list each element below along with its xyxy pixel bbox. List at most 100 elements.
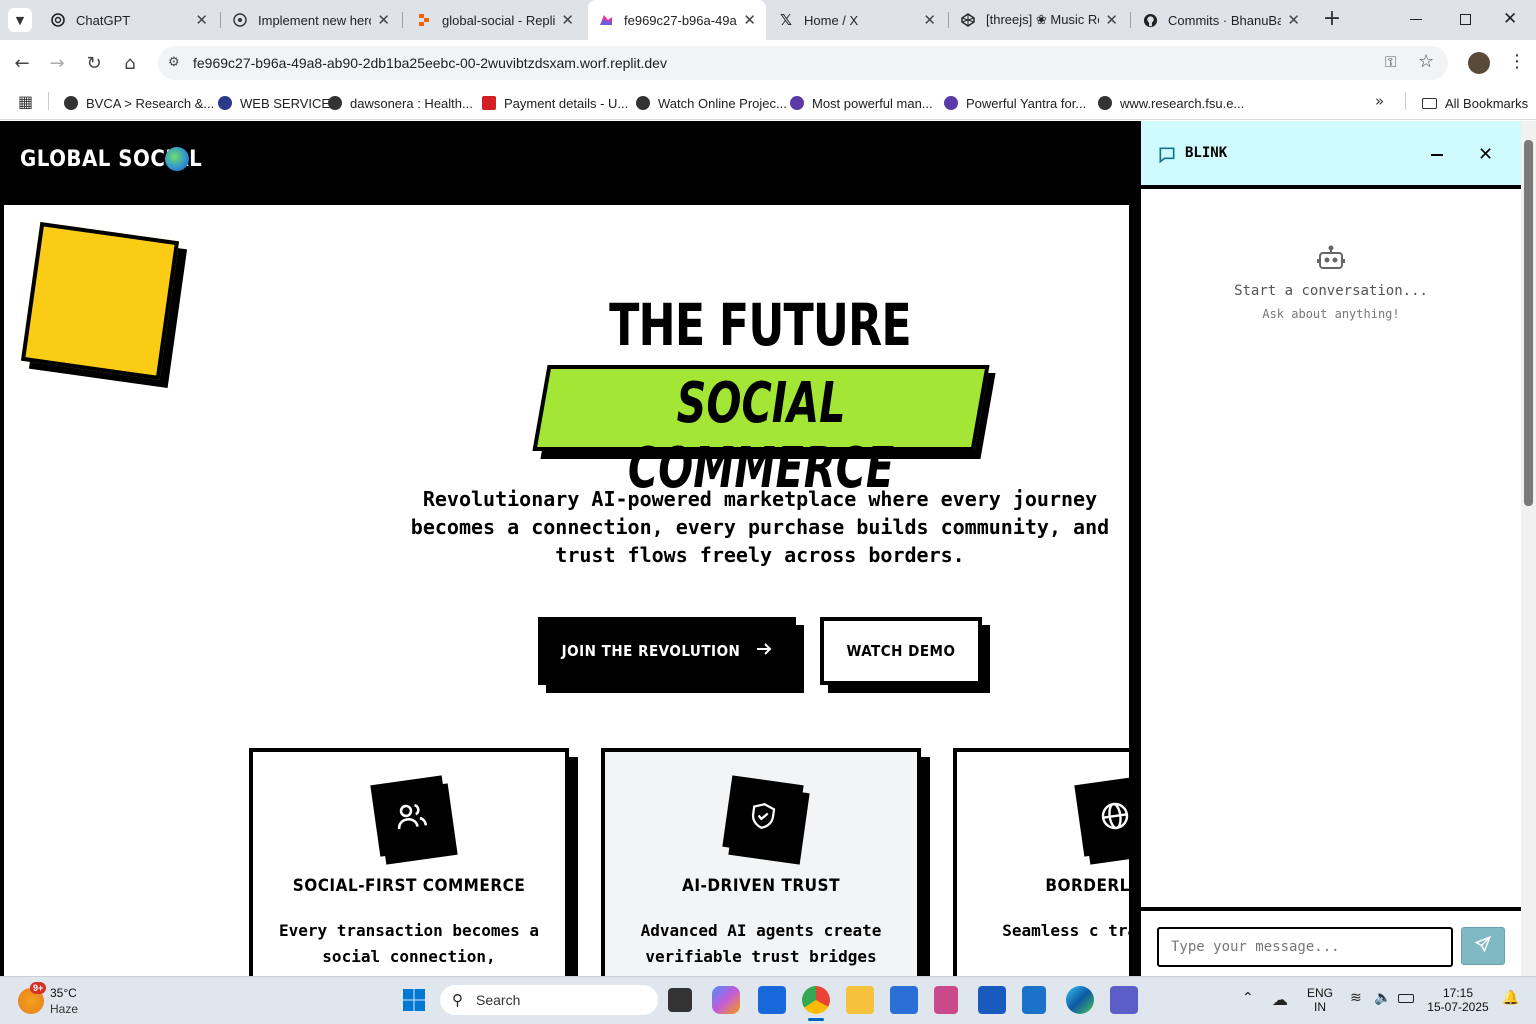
trello-icon[interactable] (758, 986, 786, 1014)
more-bookmarks-chevron-icon[interactable]: » (1375, 92, 1384, 110)
close-icon[interactable]: ✕ (737, 11, 756, 29)
uniqlo-icon (482, 96, 496, 110)
bookmark-item[interactable]: BVCA > Research &... (64, 92, 214, 114)
chat-message-input[interactable] (1157, 927, 1453, 967)
reload-icon[interactable]: ↻ (81, 50, 107, 76)
bookmark-star-icon[interactable]: ☆ (1418, 51, 1434, 72)
weather-widget[interactable]: 9+ 35°C Haze (18, 982, 118, 1018)
replit-app-icon (598, 12, 614, 28)
watch-demo-label: WATCH DEMO (846, 642, 956, 660)
clock[interactable]: 17:15 15-07-2025 (1422, 986, 1494, 1014)
browser-menu-icon[interactable]: ⋮ (1508, 51, 1526, 72)
minimize-window-icon[interactable] (1410, 19, 1422, 20)
card-text: Advanced AI agents create verifiable tru… (640, 921, 882, 966)
bookmark-item[interactable]: WEB SERVICE (218, 92, 330, 114)
codepen-icon (960, 12, 976, 28)
chrome-icon[interactable] (802, 986, 830, 1014)
bookmark-item[interactable]: www.research.fsu.e... (1098, 92, 1244, 114)
task-view-icon[interactable] (668, 988, 692, 1012)
notepad-icon[interactable] (1022, 986, 1046, 1014)
password-key-icon[interactable]: ⚿ (1385, 53, 1396, 71)
web-page: GLOBAL SOCIAL THE FUTURE OF SOCIAL COMME… (0, 121, 1141, 976)
address-bar[interactable]: ⚙ fe969c27-b96a-49a8-ab90-2db1ba25eebc-0… (158, 46, 1448, 80)
onedrive-cloud-icon[interactable]: ☁ (1272, 990, 1288, 1009)
globe-icon (636, 96, 650, 110)
feature-card-borderless: BORDERLESS P Seamless c transactions (953, 748, 1141, 976)
clock-date: 15-07-2025 (1427, 1000, 1489, 1014)
wifi-icon[interactable]: ≋ (1350, 990, 1362, 1006)
tab-active-app[interactable]: fe969c27-b96a-49a8 ✕ (588, 0, 766, 40)
show-hidden-icons-chevron-icon[interactable]: ⌃ (1242, 990, 1254, 1006)
notifications-bell-icon[interactable]: 🔔 (1502, 990, 1519, 1006)
globe-emoji-icon (165, 147, 189, 171)
taskbar-search[interactable]: ⚲ Search (440, 985, 658, 1015)
profile-avatar[interactable] (1468, 52, 1490, 74)
tab-x-home[interactable]: 𝕏 Home / X ✕ (768, 0, 946, 40)
scrollbar-thumb[interactable] (1524, 140, 1533, 506)
battery-icon[interactable] (1398, 994, 1414, 1003)
copilot-icon[interactable] (712, 986, 740, 1014)
tab-search-button[interactable]: ▼ (8, 8, 32, 32)
tab-title: Commits · BhanuBan (1168, 12, 1282, 28)
tab-threejs-music[interactable]: [threejs] ❀ Music Re ✕ (950, 0, 1128, 40)
watch-demo-button[interactable]: WATCH DEMO (820, 617, 982, 685)
region-code: IN (1314, 1000, 1326, 1014)
microsoft-store-icon[interactable] (890, 986, 918, 1014)
volume-icon[interactable]: 🔈 (1374, 990, 1391, 1006)
bookmark-item[interactable]: Payment details - U... (482, 92, 628, 114)
apps-grid-icon[interactable]: ▦ (18, 92, 33, 111)
windows-start-icon[interactable] (402, 988, 426, 1012)
minimize-icon[interactable] (1431, 154, 1443, 156)
chat-panel: BLINK ✕ Start a conversation... Ask abou… (1141, 121, 1521, 976)
site-settings-icon[interactable]: ⚙ (168, 54, 180, 70)
page-border-right-overlay (1129, 721, 1141, 976)
chat-title: BLINK (1185, 145, 1228, 161)
snipping-tool-icon[interactable] (934, 986, 958, 1014)
close-icon[interactable]: ✕ (189, 11, 208, 29)
card-text: Seamless c transactions (1002, 921, 1141, 940)
tab-title: global-social - Replit (442, 12, 556, 28)
close-icon[interactable]: ✕ (1281, 11, 1300, 29)
tab-global-social-replit[interactable]: global-social - Replit ✕ (406, 0, 584, 40)
word-icon[interactable] (978, 986, 1006, 1014)
bookmark-item[interactable]: Watch Online Projec... (636, 92, 787, 114)
bookmark-item[interactable]: Powerful Yantra for... (944, 92, 1086, 114)
weather-temp: 35°C (50, 986, 77, 1000)
bookmark-item[interactable]: Most powerful man... (790, 92, 933, 114)
file-explorer-icon[interactable] (846, 986, 874, 1014)
new-tab-button[interactable]: + (1320, 8, 1344, 32)
page-border-left (0, 205, 4, 976)
active-app-indicator (808, 1018, 824, 1021)
home-icon[interactable]: ⌂ (117, 50, 143, 76)
tab-implement-hero[interactable]: Implement new hero ✕ (222, 0, 400, 40)
send-button[interactable] (1461, 927, 1505, 965)
close-icon[interactable]: ✕ (371, 11, 390, 29)
close-icon[interactable]: ✕ (917, 11, 936, 29)
close-icon[interactable]: ✕ (1099, 11, 1118, 29)
close-icon[interactable]: ✕ (1478, 144, 1493, 165)
weather-badge: 9+ (30, 982, 47, 994)
bookmark-item[interactable]: dawsonera : Health... (328, 92, 473, 114)
x-icon: 𝕏 (779, 11, 793, 29)
bot-icon (1317, 245, 1345, 275)
close-window-icon[interactable]: ✕ (1503, 9, 1517, 29)
language-indicator[interactable]: ENG IN (1300, 986, 1340, 1014)
card-title: BORDERLESS P (1045, 876, 1141, 896)
teams-icon[interactable] (1110, 986, 1138, 1014)
url-text: fe969c27-b96a-49a8-ab90-2db1ba25eebc-00-… (193, 55, 667, 71)
hero-headline-line-2: SOCIAL COMMERCE (627, 371, 895, 501)
all-bookmarks-folder[interactable]: All Bookmarks (1422, 92, 1528, 114)
edge-icon[interactable] (1066, 986, 1094, 1014)
join-revolution-button[interactable]: JOIN THE REVOLUTION (538, 617, 796, 685)
weather-desc: Haze (50, 1002, 79, 1016)
tab-title: [threejs] ❀ Music Re (986, 12, 1100, 27)
restore-window-icon[interactable] (1460, 14, 1471, 25)
globe-icon (1098, 96, 1112, 110)
back-arrow-icon[interactable]: ← (9, 50, 35, 76)
tab-chatgpt[interactable]: ChatGPT ✕ (40, 0, 218, 40)
folder-icon (1422, 97, 1437, 109)
close-icon[interactable]: ✕ (555, 11, 574, 29)
forward-arrow-icon[interactable]: → (44, 50, 70, 76)
feature-card-social: SOCIAL-FIRST COMMERCE Every transaction … (249, 748, 569, 976)
tab-github-commits[interactable]: Commits · BhanuBan ✕ (1132, 0, 1310, 40)
